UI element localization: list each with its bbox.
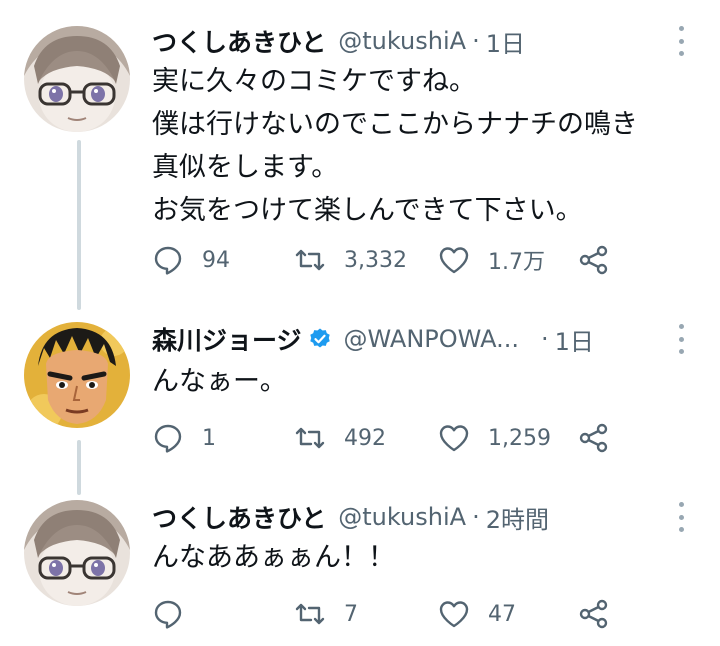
timestamp[interactable]: 1日 (555, 322, 594, 357)
reply-button[interactable]: 1 (152, 420, 216, 456)
tweet[interactable]: つくしあきひと @tukushiA · 2時間 んなああぁぁん！！ 7 47 (0, 476, 720, 646)
retweet-button[interactable]: 492 (294, 420, 386, 456)
retweet-button[interactable]: 3,332 (294, 242, 407, 278)
tweet[interactable]: 森川ジョージ @WANPOWA... · 1日 んなぁー。 1 492 1,25… (0, 300, 720, 470)
reply-count: 94 (202, 247, 230, 273)
author-handle[interactable]: @WANPOWA... (344, 325, 519, 353)
like-count: 47 (488, 601, 516, 627)
tweet-actions: 94 3,332 1.7万 (152, 242, 622, 278)
separator-dot: · (540, 325, 549, 353)
retweet-icon (295, 603, 325, 625)
tweet-thread: つくしあきひと @tukushiA · 1日 実に久々のコミケですね。 僕は行け… (0, 0, 720, 646)
reply-icon (154, 600, 182, 629)
like-icon (439, 425, 469, 452)
retweet-button[interactable]: 7 (294, 596, 358, 632)
tweet-header: つくしあきひと @tukushiA · 1日 (152, 24, 696, 58)
share-button[interactable] (578, 242, 610, 278)
like-icon (439, 247, 469, 274)
reply-button[interactable]: 94 (152, 242, 230, 278)
tweet-text: んなああぁぁん！！ (152, 542, 395, 573)
like-button[interactable]: 1.7万 (438, 242, 545, 278)
tweet-actions: 1 492 1,259 (152, 420, 622, 456)
separator-dot: · (472, 503, 480, 531)
glasses-character-avatar (24, 500, 130, 606)
verified-badge-icon (309, 328, 330, 348)
more-icon[interactable] (676, 26, 686, 56)
author-name[interactable]: つくしあきひと (152, 499, 326, 535)
tweet-text: 実に久々のコミケですね。 僕は行けないのでここからナナチの鳴き 真似をします。 … (152, 66, 638, 226)
author-name[interactable]: 森川ジョージ (152, 321, 302, 357)
like-count: 1,259 (488, 425, 551, 451)
timestamp[interactable]: 1日 (486, 24, 525, 59)
avatar[interactable] (24, 26, 130, 132)
like-icon (439, 601, 469, 628)
tweet-header: つくしあきひと @tukushiA · 2時間 (152, 500, 696, 534)
share-icon (579, 599, 608, 629)
reply-count: 1 (202, 425, 216, 451)
reply-icon (154, 246, 182, 275)
share-icon (579, 423, 608, 453)
like-count: 1.7万 (488, 250, 545, 275)
retweet-count: 7 (344, 601, 358, 627)
more-icon[interactable] (676, 502, 686, 532)
like-button[interactable]: 1,259 (438, 420, 551, 456)
tweet-text: んなぁー。 (152, 366, 287, 397)
boxer-character-avatar (24, 322, 130, 428)
retweet-icon (295, 427, 325, 449)
tweet-header: 森川ジョージ @WANPOWA... · 1日 (152, 322, 696, 356)
more-icon[interactable] (676, 324, 686, 354)
retweet-count: 3,332 (344, 247, 407, 273)
avatar[interactable] (24, 500, 130, 606)
author-handle[interactable]: @tukushiA (338, 27, 466, 55)
tweet[interactable]: つくしあきひと @tukushiA · 1日 実に久々のコミケですね。 僕は行け… (0, 0, 720, 300)
glasses-character-avatar (24, 26, 130, 132)
share-button[interactable] (578, 420, 610, 456)
timestamp[interactable]: 2時間 (486, 500, 549, 535)
avatar[interactable] (24, 322, 130, 428)
reply-icon (154, 424, 182, 453)
author-handle[interactable]: @tukushiA (338, 503, 466, 531)
share-icon (579, 245, 608, 275)
author-name[interactable]: つくしあきひと (152, 23, 326, 59)
tweet-actions: 7 47 (152, 596, 622, 632)
separator-dot: · (472, 27, 480, 55)
share-button[interactable] (578, 596, 610, 632)
reply-button[interactable] (152, 596, 202, 632)
retweet-count: 492 (344, 425, 386, 451)
retweet-icon (295, 249, 325, 271)
like-button[interactable]: 47 (438, 596, 516, 632)
